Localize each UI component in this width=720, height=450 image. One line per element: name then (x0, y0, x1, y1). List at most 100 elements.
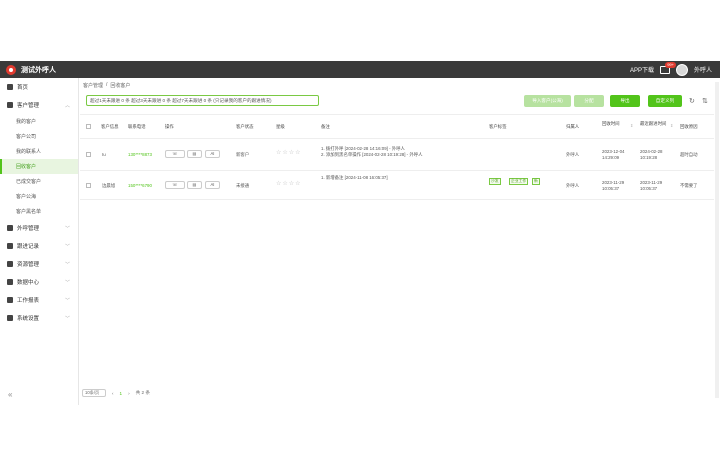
sidebar-item-label: 工作报表 (17, 298, 40, 304)
folder-icon (7, 261, 13, 267)
settings-icon[interactable]: ⇅ (702, 97, 708, 105)
customer-status: 新客户 (236, 152, 250, 157)
sidebar-item-call-mgmt[interactable]: 外呼管理 ﹀ (0, 219, 78, 237)
column-header: 客户信息 (101, 124, 119, 129)
avatar[interactable] (675, 63, 688, 76)
table-row[interactable]: 边晨旭 150****6790 ☏ ▤ AI 未接通 ☆☆☆☆ 1. 新增备注 … (80, 171, 714, 200)
sidebar-sub-closed-customers[interactable]: 已成交客户 (0, 174, 78, 189)
sidebar-item-data-center[interactable]: 数据中心 ﹀ (0, 273, 78, 291)
customer-phone[interactable]: 150****6790 (128, 183, 152, 188)
sidebar-sub-my-customers[interactable]: 我的客户 (0, 114, 78, 129)
app-frame: 测试外呼人 APP下载 99+ 外呼人 首页 客户管理 ︿ 我的客户 客户公司 … (0, 61, 720, 405)
top-bar: 测试外呼人 APP下载 99+ 外呼人 (0, 61, 720, 78)
owner: 外呼人 (566, 152, 580, 157)
breadcrumb-item: 回收客户 (110, 82, 131, 89)
sidebar-item-label: 数据中心 (17, 280, 40, 286)
last-follow-time: 2023-11-29 10:05:37 (640, 180, 663, 191)
phone-icon (7, 225, 13, 231)
sidebar-item-resources[interactable]: 资源管理 ﹀ (0, 255, 78, 273)
last-follow-time: 2024-02-28 10:19:28 (640, 149, 663, 160)
breadcrumb-separator: / (106, 82, 108, 88)
table-row[interactable]: Iu 130****8873 ☏ ▤ AI 新客户 ☆☆☆☆ 1. 拨打外呼 [… (80, 139, 714, 171)
sidebar-item-follow[interactable]: 跟进记录 ﹀ (0, 237, 78, 255)
customer-name[interactable]: 边晨旭 (102, 183, 115, 189)
sidebar-item-home[interactable]: 首页 (0, 78, 78, 96)
customer-status: 未接通 (236, 183, 250, 188)
collapse-sidebar-icon[interactable]: « (8, 390, 12, 399)
customer-tag: 新 (532, 178, 540, 185)
call-button[interactable]: ☏ (165, 150, 185, 158)
customer-name[interactable]: Iu (102, 152, 106, 157)
detail-button[interactable]: ▤ (187, 150, 202, 158)
column-header: 联系电话 (128, 124, 146, 129)
customer-table: 客户信息 联系电话 操作 客户状态 星级 备注 客户标签 归属人 回收时间 ⇕ … (80, 114, 714, 200)
chevron-down-icon: ﹀ (64, 279, 70, 286)
main-content: 客户管理 / 回收客户 超过1天未跟进 0 条 超过3天未跟进 0 条 超过7天… (80, 78, 720, 405)
sidebar-sub-public-pool[interactable]: 客户公海 (0, 189, 78, 204)
total-count: 共 2 条 (135, 390, 150, 395)
column-header: 备注 (321, 124, 330, 129)
app-download-link[interactable]: APP下载 (630, 65, 654, 74)
column-header[interactable]: 最近跟进时间 (640, 121, 668, 127)
sidebar-sub-recycled-customers[interactable]: 回收客户 (0, 159, 78, 174)
sidebar-sub-customer-company[interactable]: 客户公司 (0, 129, 78, 144)
report-icon (7, 297, 13, 303)
star-rating[interactable]: ☆☆☆☆ (276, 180, 302, 187)
column-header: 回收原因 (680, 124, 698, 129)
chevron-down-icon: ﹀ (64, 297, 70, 304)
custom-columns-button[interactable]: 自定义列 (648, 95, 682, 107)
export-button[interactable]: 导出 (610, 95, 640, 107)
row-checkbox[interactable] (86, 183, 91, 188)
sidebar-item-label: 跟进记录 (17, 244, 40, 250)
star-rating[interactable]: ☆☆☆☆ (276, 149, 302, 156)
sidebar-item-settings[interactable]: 系统设置 ﹀ (0, 309, 78, 327)
breadcrumb-item[interactable]: 客户管理 (83, 82, 103, 89)
detail-button[interactable]: ▤ (187, 181, 202, 189)
chevron-up-icon: ︿ (64, 102, 70, 109)
follow-up-filter[interactable]: 超过1天未跟进 0 条 超过3天未跟进 0 条 超过7天未跟进 0 条 (只记录… (86, 95, 319, 106)
gear-icon (7, 315, 13, 321)
prev-page-button[interactable]: ‹ (112, 391, 114, 396)
sidebar-sub-my-contacts[interactable]: 我的联系人 (0, 144, 78, 159)
sort-icon[interactable]: ⇕ (670, 123, 673, 128)
import-button[interactable]: 导入客户(公海) (524, 95, 571, 107)
customer-phone[interactable]: 130****8873 (128, 152, 152, 157)
home-icon (7, 84, 13, 90)
message-icon[interactable]: 99+ (659, 61, 676, 74)
sidebar: 首页 客户管理 ︿ 我的客户 客户公司 我的联系人 回收客户 已成交客户 客户公… (0, 78, 79, 405)
sidebar-item-label: 客户管理 (17, 103, 40, 109)
select-all-checkbox[interactable] (86, 124, 91, 129)
app-logo-icon (6, 64, 16, 75)
chevron-down-icon: ﹀ (64, 225, 70, 232)
page-size-select[interactable]: 10条/页 (82, 389, 106, 397)
ai-button[interactable]: AI (205, 181, 220, 189)
column-header: 客户标签 (489, 124, 507, 129)
person-icon (7, 243, 13, 249)
breadcrumb: 客户管理 / 回收客户 (80, 78, 720, 92)
sidebar-item-label: 首页 (17, 85, 29, 91)
ai-button[interactable]: AI (205, 150, 220, 158)
sidebar-item-customer-mgmt[interactable]: 客户管理 ︿ (0, 96, 78, 114)
vertical-scrollbar[interactable] (715, 82, 719, 398)
current-page[interactable]: 1 (120, 391, 123, 396)
chevron-down-icon: ﹀ (64, 243, 70, 250)
next-page-button[interactable]: › (128, 391, 130, 396)
app-title: 测试外呼人 (21, 66, 56, 74)
column-header: 星级 (276, 124, 285, 129)
recycle-reason: 不需要了 (680, 183, 698, 188)
assign-button[interactable]: 分配 (574, 95, 604, 107)
call-button[interactable]: ☏ (165, 181, 185, 189)
sort-icon[interactable]: ⇕ (630, 123, 633, 128)
user-name[interactable]: 外呼人 (694, 65, 712, 74)
column-header: 归属人 (566, 124, 580, 129)
sidebar-sub-blacklist[interactable]: 客户黑名单 (0, 204, 78, 219)
top-right-area: APP下载 99+ 外呼人 (630, 61, 712, 76)
sidebar-item-label: 外呼管理 (17, 226, 40, 232)
message-badge: 99+ (665, 61, 676, 68)
sidebar-item-label: 系统设置 (17, 316, 40, 322)
row-checkbox[interactable] (86, 152, 91, 157)
sidebar-item-reports[interactable]: 工作报表 ﹀ (0, 291, 78, 309)
customer-tag: 企业工作 (509, 178, 529, 185)
column-header[interactable]: 回收时间 (602, 121, 628, 127)
refresh-icon[interactable]: ↻ (689, 97, 695, 105)
